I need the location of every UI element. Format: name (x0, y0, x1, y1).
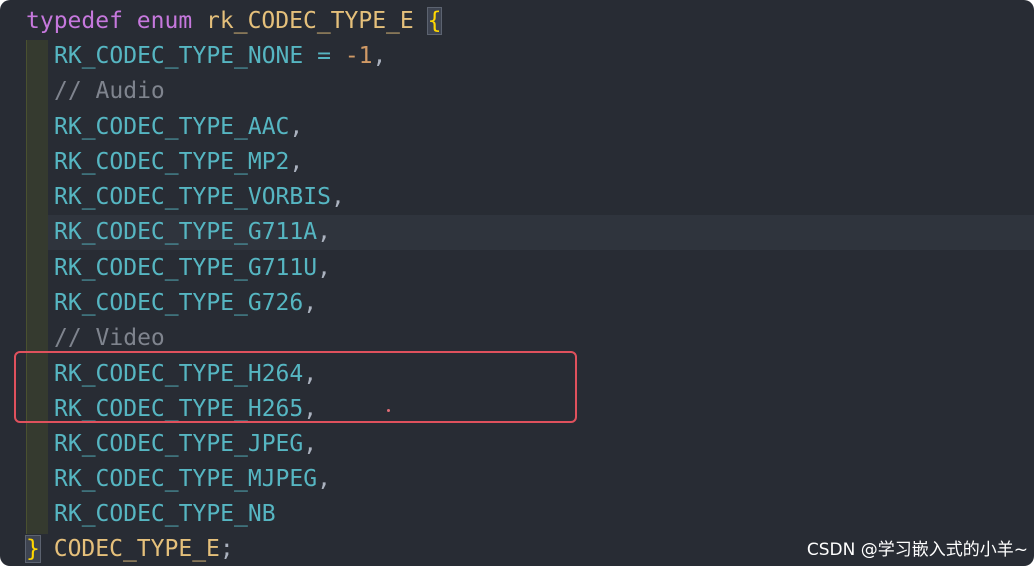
code-line-closing: } CODEC_TYPE_E; (25, 532, 234, 566)
enum-member: RK_CODEC_TYPE_MJPEG (54, 466, 318, 492)
enum-member: RK_CODEC_TYPE_G711U (54, 255, 318, 281)
annotation-dot (387, 409, 390, 412)
code-line-member: RK_CODEC_TYPE_MJPEG, (54, 462, 331, 497)
code-line-member: RK_CODEC_TYPE_AAC, (54, 110, 303, 145)
comma: , (303, 431, 318, 457)
semicolon: ; (219, 536, 234, 562)
enum-member: RK_CODEC_TYPE_JPEG (54, 431, 304, 457)
code-line-member: RK_CODEC_TYPE_JPEG, (54, 427, 317, 462)
enum-member: RK_CODEC_TYPE_NB (54, 501, 276, 527)
enum-member: RK_CODEC_TYPE_G726 (54, 290, 304, 316)
keyword-typedef: typedef (26, 8, 123, 34)
none-value: -1 (344, 43, 373, 69)
enum-member: RK_CODEC_TYPE_MP2 (54, 149, 290, 175)
comma: , (372, 43, 387, 69)
close-brace: } (25, 535, 41, 563)
enum-member: RK_CODEC_TYPE_VORBIS (54, 184, 331, 210)
enum-member: RK_CODEC_TYPE_AAC (54, 114, 290, 140)
enum-member-none: RK_CODEC_TYPE_NONE (54, 43, 304, 69)
code-line-none: RK_CODEC_TYPE_NONE = -1, (54, 39, 386, 74)
code-line-enum-declaration: typedef enum rk_CODEC_TYPE_E { (26, 4, 443, 39)
code-line-member: RK_CODEC_TYPE_MP2, (54, 145, 303, 180)
code-line-member: RK_CODEC_TYPE_G711U, (54, 251, 331, 286)
csdn-watermark: CSDN @学习嵌入式的小羊~ (806, 540, 1028, 560)
enum-name: rk_CODEC_TYPE_E (206, 8, 414, 34)
highlight-box-video-codecs (14, 351, 577, 423)
code-line-member: RK_CODEC_TYPE_G711A, (54, 215, 331, 250)
typedef-name: CODEC_TYPE_E (53, 536, 220, 562)
comma: , (289, 149, 304, 175)
comma: , (317, 219, 331, 245)
code-line-member: RK_CODEC_TYPE_NB (54, 497, 276, 532)
equals-operator: = (317, 43, 331, 69)
comma: , (289, 114, 304, 140)
code-line-member: RK_CODEC_TYPE_G726, (54, 286, 317, 321)
comma: , (330, 184, 345, 210)
comma: , (317, 466, 331, 492)
comma: , (317, 255, 331, 281)
open-brace: { (426, 7, 443, 35)
enum-member: RK_CODEC_TYPE_G711A (54, 219, 318, 245)
code-line-member: RK_CODEC_TYPE_VORBIS, (54, 180, 345, 215)
code-editor[interactable]: typedef enum rk_CODEC_TYPE_E { RK_CODEC_… (0, 0, 1034, 566)
indent-guide (26, 40, 48, 534)
comment-audio: // Audio (54, 78, 165, 104)
comma: , (303, 290, 318, 316)
keyword-enum: enum (136, 8, 193, 34)
